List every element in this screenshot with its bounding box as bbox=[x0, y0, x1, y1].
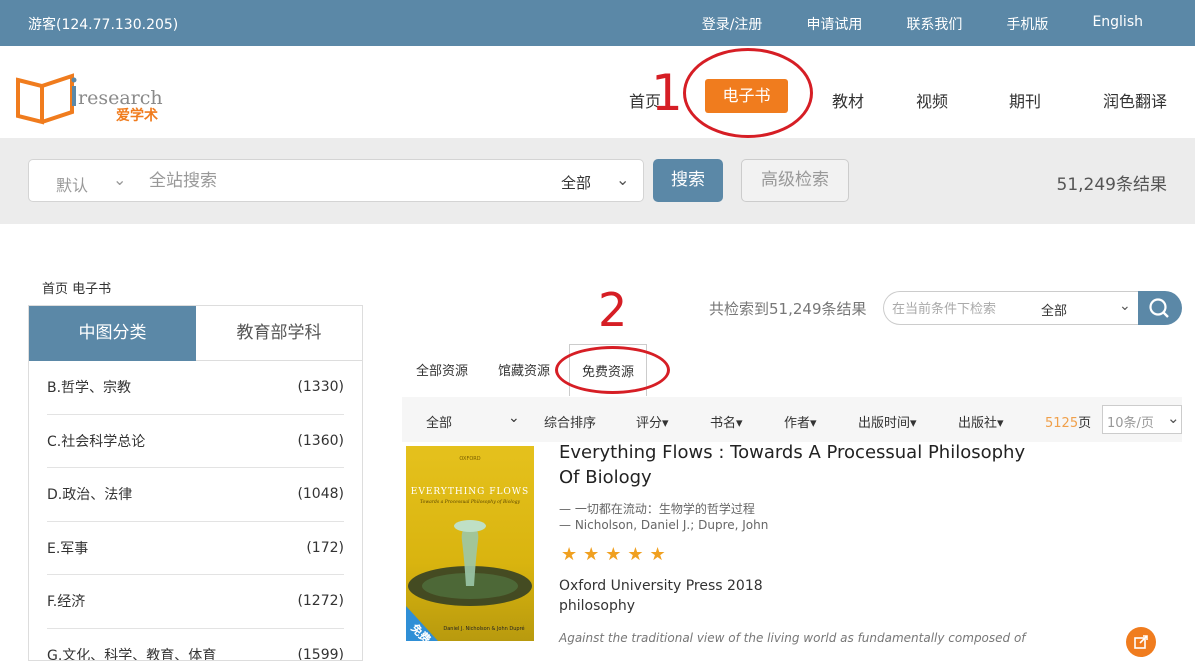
external-link-icon bbox=[1134, 635, 1148, 649]
header: research 爱学术 首页 电子书 教材 视频 期刊 润色翻译 bbox=[0, 46, 1195, 138]
category-name: D.政治、法律 bbox=[47, 487, 133, 504]
tab-library-resources[interactable]: 馆藏资源 bbox=[498, 360, 550, 379]
book-chinese-title: — 一切都在流动：生物学的哲学过程 bbox=[559, 502, 755, 516]
rating-stars: ★★★★★ bbox=[561, 544, 672, 565]
annotation-circle-1 bbox=[683, 48, 813, 138]
filter-scope-select[interactable]: 全部 bbox=[1041, 300, 1067, 319]
filter-search-button[interactable] bbox=[1138, 291, 1182, 325]
search-band: 默认 ⌄ 全部 ⌄ 搜索 高级检索 51,249条结果 bbox=[0, 138, 1195, 224]
page-count: 5125 bbox=[1045, 416, 1079, 431]
category-count: (1330) bbox=[297, 379, 344, 396]
filter-search-input[interactable] bbox=[892, 298, 1022, 320]
search-button[interactable]: 搜索 bbox=[653, 159, 723, 202]
category-tabs: 中图分类 教育部学科 bbox=[29, 306, 362, 361]
top-links: 登录/注册 申请试用 联系我们 手机版 English bbox=[702, 14, 1195, 34]
book-title-link[interactable]: Everything Flows : Towards A Processual … bbox=[559, 440, 1029, 490]
login-register-link[interactable]: 登录/注册 bbox=[702, 14, 763, 34]
sort-relevance[interactable]: 综合排序 bbox=[544, 412, 596, 431]
mobile-link[interactable]: 手机版 bbox=[1006, 14, 1048, 34]
annotation-number-1: 1 bbox=[651, 64, 683, 122]
search-mode-select[interactable]: 默认 bbox=[56, 172, 88, 196]
book-abstract: Against the traditional view of the livi… bbox=[559, 631, 1026, 645]
svg-text:EVERYTHING FLOWS: EVERYTHING FLOWS bbox=[411, 487, 529, 497]
search-input[interactable] bbox=[149, 166, 529, 196]
page-total: 5125页 bbox=[1045, 412, 1091, 431]
sort-publisher[interactable]: 出版社▾ bbox=[958, 412, 1004, 431]
sort-title-label: 书名 bbox=[710, 416, 737, 431]
category-list: B.哲学、宗教 (1330) C.社会科学总论 (1360) D.政治、法律 (… bbox=[29, 361, 362, 661]
sort-rating[interactable]: 评分▾ bbox=[636, 412, 669, 431]
category-item[interactable]: B.哲学、宗教 (1330) bbox=[47, 361, 344, 415]
search-box: 默认 ⌄ 全部 ⌄ bbox=[28, 159, 644, 202]
category-count: (1048) bbox=[297, 486, 344, 503]
chevron-down-icon[interactable]: ⌄ bbox=[616, 170, 629, 189]
per-page-label: 10条/页 bbox=[1107, 416, 1154, 431]
advanced-search-button[interactable]: 高级检索 bbox=[741, 159, 849, 202]
tab-clc-classification[interactable]: 中图分类 bbox=[29, 306, 196, 361]
top-bar: 游客(124.77.130.205) 登录/注册 申请试用 联系我们 手机版 E… bbox=[0, 0, 1195, 46]
chevron-down-icon[interactable]: ⌄ bbox=[113, 170, 126, 189]
book-cover-image: OXFORD EVERYTHING FLOWS Towards a Proces… bbox=[406, 456, 532, 641]
sort-publisher-label: 出版社 bbox=[958, 416, 998, 431]
resource-tabs: 全部资源 馆藏资源 免费资源 bbox=[402, 344, 1182, 396]
apply-trial-link[interactable]: 申请试用 bbox=[806, 14, 862, 34]
svg-text:Towards a Processual Philosoph: Towards a Processual Philosophy of Biolo… bbox=[420, 499, 520, 505]
svg-text:Daniel J. Nicholson & John Dup: Daniel J. Nicholson & John Dupré bbox=[443, 625, 524, 632]
per-page-select[interactable]: 10条/页 ⌄ bbox=[1102, 405, 1182, 434]
book-publisher: Oxford University Press 2018 bbox=[559, 578, 763, 594]
book-subject: philosophy bbox=[559, 598, 636, 614]
chevron-down-icon[interactable]: ⌄ bbox=[1119, 298, 1131, 314]
svg-text:OXFORD: OXFORD bbox=[459, 456, 480, 462]
category-item[interactable]: F.经济 (1272) bbox=[47, 575, 344, 629]
category-count: (1272) bbox=[297, 593, 344, 610]
sort-rating-label: 评分 bbox=[636, 416, 663, 431]
category-name: B.哲学、宗教 bbox=[47, 380, 132, 397]
category-name: C.社会科学总论 bbox=[47, 433, 146, 450]
total-results-text: 共检索到51,249条结果 bbox=[709, 300, 867, 318]
sort-date-label: 出版时间 bbox=[858, 416, 911, 431]
annotation-number-2: 2 bbox=[598, 283, 628, 337]
sort-title[interactable]: 书名▾ bbox=[710, 412, 743, 431]
search-icon bbox=[1149, 298, 1169, 318]
annotation-circle-2 bbox=[555, 346, 670, 394]
chevron-down-icon[interactable]: ⌄ bbox=[508, 410, 520, 426]
guest-ip: 游客(124.77.130.205) bbox=[28, 17, 179, 33]
category-name: G.文化、科学、教育、体育 bbox=[47, 647, 217, 661]
category-count: (1360) bbox=[297, 432, 344, 449]
sort-all-select[interactable]: 全部 bbox=[426, 412, 452, 431]
tab-moe-disciplines[interactable]: 教育部学科 bbox=[196, 306, 362, 361]
chevron-down-icon: ⌄ bbox=[1167, 409, 1180, 427]
category-count: (172) bbox=[306, 539, 344, 556]
book-cover[interactable]: OXFORD EVERYTHING FLOWS Towards a Proces… bbox=[406, 446, 534, 641]
category-name: F.经济 bbox=[47, 594, 86, 611]
page-unit: 页 bbox=[1078, 416, 1092, 431]
category-item[interactable]: C.社会科学总论 (1360) bbox=[47, 415, 344, 468]
category-item[interactable]: E.军事 (172) bbox=[47, 522, 344, 575]
share-button[interactable] bbox=[1126, 627, 1156, 657]
tab-all-resources[interactable]: 全部资源 bbox=[416, 360, 468, 379]
category-name: E.军事 bbox=[47, 540, 89, 557]
sort-date[interactable]: 出版时间▾ bbox=[858, 412, 917, 431]
category-sidebar: 中图分类 教育部学科 B.哲学、宗教 (1330) C.社会科学总论 (1360… bbox=[28, 305, 363, 661]
category-count: (1599) bbox=[297, 646, 344, 661]
category-item[interactable]: G.文化、科学、教育、体育 (1599) bbox=[47, 629, 344, 661]
nav-polish-translate[interactable]: 润色翻译 bbox=[1103, 88, 1167, 112]
breadcrumb: 首页 电子书 bbox=[42, 282, 112, 297]
contact-us-link[interactable]: 联系我们 bbox=[906, 14, 962, 34]
english-link[interactable]: English bbox=[1092, 14, 1143, 34]
category-item[interactable]: D.政治、法律 (1048) bbox=[47, 468, 344, 522]
result-count: 51,249条结果 bbox=[1056, 175, 1167, 195]
filter-search-box: 全部 ⌄ bbox=[883, 291, 1139, 325]
main-nav: 首页 电子书 教材 视频 期刊 润色翻译 bbox=[0, 46, 1195, 138]
nav-video[interactable]: 视频 bbox=[916, 88, 948, 112]
sort-author-label: 作者 bbox=[784, 416, 811, 431]
sort-author[interactable]: 作者▾ bbox=[784, 412, 817, 431]
search-scope-select[interactable]: 全部 bbox=[561, 172, 591, 193]
sort-bar: 全部 ⌄ 综合排序 评分▾ 书名▾ 作者▾ 出版时间▾ 出版社▾ 5125页 1… bbox=[402, 397, 1182, 442]
book-authors: — Nicholson, Daniel J.; Dupre, John bbox=[559, 518, 769, 532]
nav-textbook[interactable]: 教材 bbox=[832, 88, 864, 112]
nav-journal[interactable]: 期刊 bbox=[1009, 88, 1041, 112]
